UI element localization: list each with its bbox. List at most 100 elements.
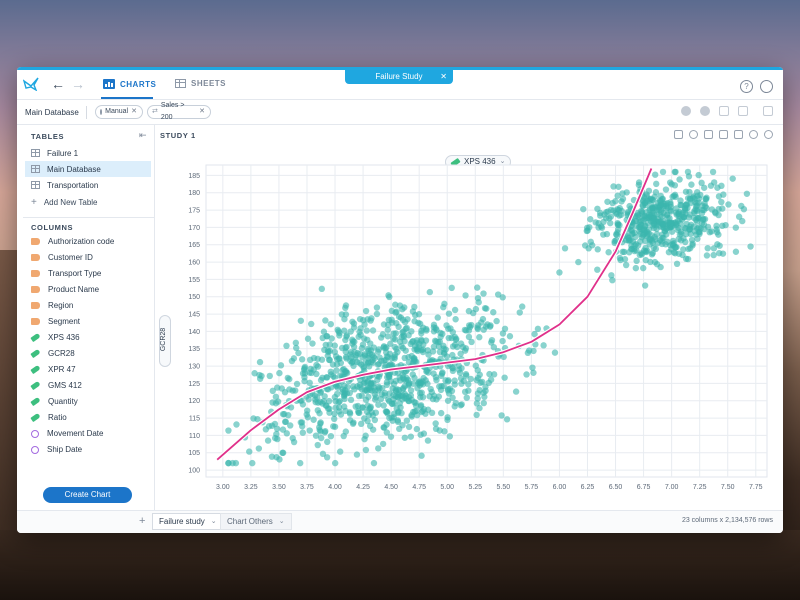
scatter-plot[interactable]: 3.00 3.25 3.50 3.75 4.00 4.25 4.50 4.75 5.00 5.25… — [156, 125, 777, 510]
data-point — [365, 393, 372, 401]
tag-icon — [31, 286, 40, 293]
data-point — [445, 310, 453, 317]
column-item[interactable]: Ship Date — [31, 445, 82, 454]
column-item-label: GCR28 — [48, 349, 75, 358]
data-point — [269, 387, 276, 395]
data-point — [432, 425, 440, 433]
data-point — [415, 311, 423, 318]
ruler-icon — [30, 364, 41, 375]
data-point — [437, 409, 445, 417]
data-point — [487, 376, 495, 383]
data-point — [289, 387, 296, 394]
bird-logo-icon[interactable] — [23, 77, 39, 91]
column-item[interactable]: Customer ID — [31, 253, 93, 262]
column-item[interactable]: XPS 436 — [30, 332, 80, 343]
data-point — [314, 407, 322, 414]
forward-arrow-icon[interactable]: → — [71, 76, 85, 92]
data-point — [584, 227, 591, 234]
data-point — [480, 290, 487, 297]
sheet-tab-failure-study[interactable]: Failure study ⌄ — [152, 513, 224, 530]
column-item-label: Ship Date — [47, 445, 83, 454]
column-item[interactable]: Authorization code — [31, 237, 114, 246]
column-item[interactable]: Product Name — [31, 285, 99, 294]
data-point — [729, 175, 736, 182]
check-icon[interactable] — [681, 106, 691, 116]
column-item[interactable]: Quantity — [30, 396, 78, 407]
data-point — [268, 422, 276, 429]
data-point — [356, 328, 363, 336]
data-point — [499, 337, 506, 345]
close-icon[interactable]: ✕ — [440, 70, 447, 84]
ruler-icon — [30, 332, 41, 343]
data-point — [640, 216, 647, 224]
tab-sheets[interactable]: SHEETS — [175, 79, 226, 88]
data-point — [434, 314, 441, 321]
table-icon — [31, 149, 40, 157]
column-item[interactable]: GCR28 — [30, 348, 75, 359]
help-icon[interactable]: ? — [740, 80, 753, 93]
copy-icon[interactable] — [719, 106, 729, 116]
data-point — [442, 346, 449, 353]
ruler-icon — [30, 412, 41, 423]
data-point — [366, 350, 373, 357]
cancel-icon[interactable] — [700, 106, 710, 116]
add-table-button[interactable]: + Add New Table — [31, 197, 98, 208]
data-point — [616, 221, 623, 229]
document-tab[interactable]: Failure Study ✕ — [345, 70, 453, 84]
data-point — [296, 459, 304, 467]
remove-filter-icon[interactable]: ✕ — [131, 106, 137, 118]
back-arrow-icon[interactable]: ← — [51, 76, 65, 92]
remove-filter-icon[interactable]: ✕ — [199, 106, 205, 118]
column-item-label: XPS 436 — [48, 333, 80, 342]
tab-charts[interactable]: CHARTS — [103, 79, 156, 89]
data-point — [732, 248, 740, 255]
create-chart-button[interactable]: Create Chart — [43, 487, 132, 503]
data-point — [448, 284, 455, 292]
data-point — [474, 324, 481, 331]
data-point — [716, 249, 723, 257]
grid-add-icon[interactable] — [763, 106, 773, 116]
table-item-failure-1[interactable]: Failure 1 — [25, 145, 151, 161]
column-item-label: Product Name — [48, 285, 100, 294]
data-point — [372, 387, 379, 394]
filter-pill-label: Manual — [105, 108, 129, 115]
user-avatar-icon[interactable] — [760, 80, 773, 93]
data-point — [641, 282, 649, 289]
y-tick-label: 185 — [188, 173, 200, 180]
table-item-main-database[interactable]: Main Database — [25, 161, 151, 177]
data-point — [641, 237, 649, 245]
data-point — [381, 392, 388, 399]
column-item[interactable]: Transport Type — [31, 269, 101, 278]
data-point — [262, 426, 270, 433]
column-item[interactable]: Ratio — [30, 412, 67, 423]
column-item[interactable]: XPR 47 — [30, 364, 76, 375]
filter-pill-sales[interactable]: ⇄ Sales > 200 ✕ — [147, 102, 211, 121]
data-point — [408, 413, 415, 420]
data-point — [310, 354, 318, 362]
column-item[interactable]: GMS 412 — [30, 380, 82, 391]
data-point — [298, 423, 306, 430]
data-point — [332, 353, 340, 360]
sheet-tab-chart-others[interactable]: Chart Others ⌄ — [220, 513, 292, 530]
data-point — [349, 338, 357, 345]
collapse-sidebar-icon[interactable]: ⇤ — [139, 130, 147, 141]
x-tick-label: 4.50 — [384, 484, 398, 491]
data-point — [677, 201, 684, 209]
data-point — [440, 304, 447, 311]
column-item-label: XPR 47 — [48, 365, 76, 374]
data-point — [645, 211, 653, 219]
data-point — [317, 398, 324, 406]
expand-icon[interactable] — [738, 106, 748, 116]
data-point — [278, 385, 285, 392]
data-point — [740, 205, 748, 213]
column-item[interactable]: Region — [31, 301, 73, 310]
data-point — [732, 224, 740, 231]
table-item-transportation[interactable]: Transportation — [25, 177, 151, 193]
add-sheet-icon[interactable]: + — [139, 515, 145, 527]
data-point — [377, 334, 385, 341]
data-point — [338, 311, 346, 318]
column-item[interactable]: Movement Date — [31, 429, 103, 438]
filter-pill-manual[interactable]: Manual ✕ — [95, 105, 143, 119]
column-item[interactable]: Segment — [31, 317, 80, 326]
data-point — [336, 332, 343, 339]
